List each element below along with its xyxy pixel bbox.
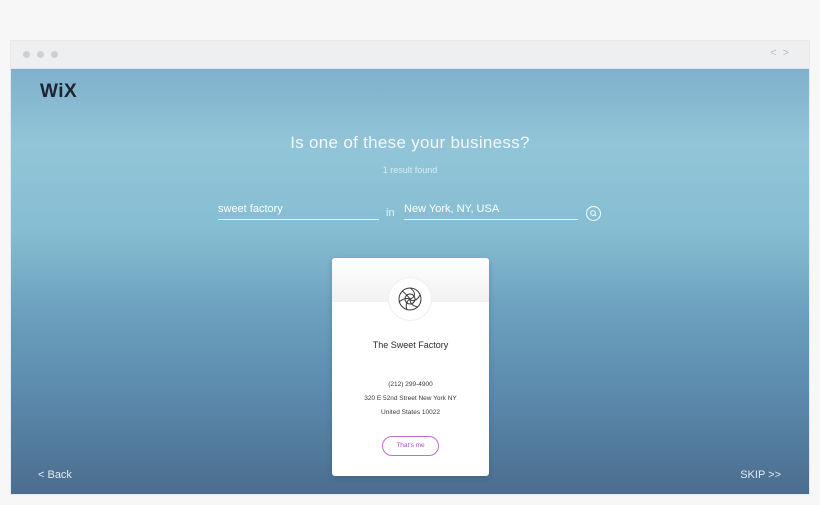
business-address-line2: United States 10022 bbox=[381, 409, 440, 416]
window-dot-maximize[interactable] bbox=[51, 51, 58, 58]
search-button[interactable] bbox=[586, 206, 601, 221]
thats-me-button[interactable]: That's me bbox=[382, 436, 439, 456]
back-link[interactable]: < Back bbox=[38, 469, 72, 481]
browser-window: <> WiX Is one of these your business? 1 … bbox=[11, 41, 809, 494]
wix-logo[interactable]: WiX bbox=[40, 81, 77, 103]
window-dot-minimize[interactable] bbox=[37, 51, 44, 58]
business-logo bbox=[389, 278, 431, 320]
location-value: New York, NY, USA bbox=[404, 203, 500, 215]
business-name-input[interactable]: sweet factory bbox=[218, 199, 379, 220]
window-dot-close[interactable] bbox=[23, 51, 30, 58]
location-input[interactable]: New York, NY, USA bbox=[404, 199, 578, 220]
business-phone: (212) 299-4900 bbox=[388, 381, 433, 388]
business-result-card[interactable]: The Sweet Factory (212) 299-4900 320 E 5… bbox=[332, 258, 489, 476]
onboarding-stage: WiX Is one of these your business? 1 res… bbox=[11, 69, 809, 494]
business-name-value: sweet factory bbox=[218, 203, 283, 215]
nav-arrows: <> bbox=[770, 47, 795, 59]
nav-forward-button[interactable]: > bbox=[783, 47, 795, 59]
skip-link[interactable]: SKIP >> bbox=[740, 469, 781, 481]
search-icon bbox=[590, 210, 597, 217]
nav-back-button[interactable]: < bbox=[770, 47, 782, 59]
in-label: in bbox=[386, 207, 395, 219]
result-count: 1 result found bbox=[382, 165, 438, 175]
spiral-logo-icon bbox=[398, 287, 422, 311]
page-title: Is one of these your business? bbox=[290, 133, 530, 152]
business-address-line1: 320 E 52nd Street New York NY bbox=[364, 395, 457, 402]
business-name: The Sweet Factory bbox=[372, 340, 449, 350]
window-titlebar: <> bbox=[11, 41, 809, 69]
